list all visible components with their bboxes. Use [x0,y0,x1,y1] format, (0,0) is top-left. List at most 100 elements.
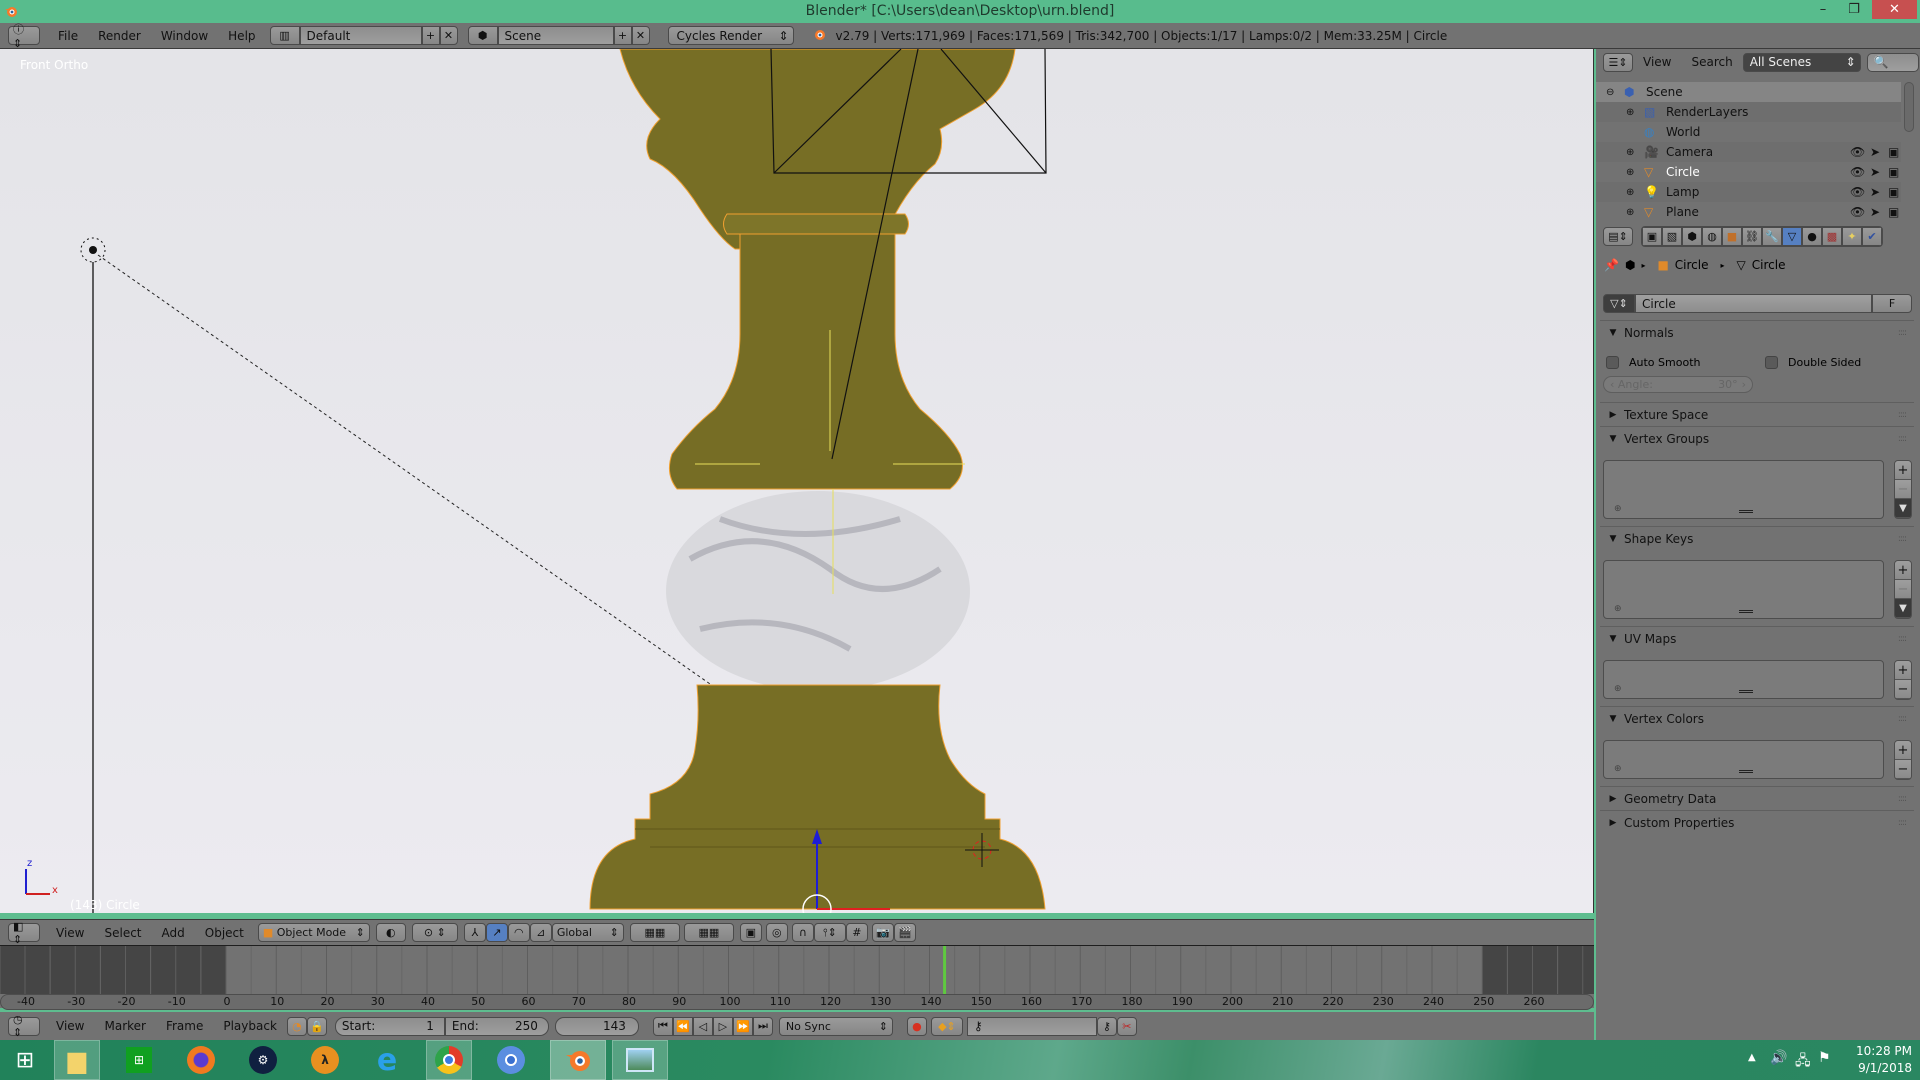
visibility-eye-icon[interactable]: 👁 [1850,185,1865,199]
vertex-groups-list[interactable]: ⊕ [1603,460,1884,519]
proportional-edit-button[interactable]: ◎ [765,923,788,942]
add-shape-key-button[interactable]: + [1895,561,1911,580]
jump-end-button[interactable]: ⏭ [752,1016,773,1036]
remove-uv-map-button[interactable]: − [1895,680,1911,699]
drag-grip-icon[interactable]: :::: [1898,328,1907,338]
menu-frame[interactable]: Frame [156,1019,213,1033]
jump-start-button[interactable]: ⏮ [652,1016,673,1036]
outliner[interactable]: ☰⇕ View Search All Scenes ⇕ 🔍 ⊖ ⬢ Scene ⊕ ▧ Re… [1596,49,1920,224]
add-uv-map-button[interactable]: + [1895,661,1911,680]
snap-target-button[interactable]: # [845,923,868,942]
taskbar-firefox[interactable] [178,1040,224,1080]
preview-range-toggle[interactable]: ◔ [286,1016,307,1036]
menu-view[interactable]: View [1633,55,1681,69]
tab-particles[interactable]: ✦ [1842,227,1862,246]
remove-vertex-color-button[interactable]: − [1895,760,1911,779]
opengl-render-button[interactable]: 📷 [871,923,894,942]
3d-viewport[interactable]: Front Ortho z x (143) Circle [0,49,1594,913]
taskbar-internet-explorer[interactable]: e [364,1040,410,1080]
urn-object[interactable] [589,49,1046,910]
fake-user-button[interactable]: F [1872,294,1912,313]
panel-vertex-groups-header[interactable]: ▼ Vertex Groups:::: [1600,426,1914,450]
taskbar-file-explorer[interactable]: ▆ [54,1040,100,1080]
vertex-colors-list[interactable]: ⊕ [1603,740,1884,779]
screen-layout-browse-button[interactable]: ▥ [269,26,300,45]
tab-render-layers[interactable]: ▧ [1662,227,1682,246]
list-resize-grip[interactable] [1739,610,1753,613]
start-frame-field[interactable]: Start: 1 [334,1016,445,1036]
taskbar-half-life-2[interactable]: λ [302,1040,348,1080]
expand-toggle-icon[interactable]: ⊖ [1606,87,1618,98]
drag-grip-icon[interactable]: :::: [1898,794,1907,804]
visibility-eye-icon[interactable]: 👁 [1850,145,1865,159]
snap-toggle[interactable]: ∩ [791,923,814,942]
play-button[interactable]: ▷ [712,1016,733,1036]
tab-scene[interactable]: ⬢ [1682,227,1702,246]
editor-type-outliner-button[interactable]: ☰⇕ [1603,52,1633,72]
insert-keyframe-button[interactable]: ⚷ [1096,1016,1117,1036]
taskbar-store[interactable]: ⊞ [116,1040,162,1080]
selectable-cursor-icon[interactable]: ➤ [1870,165,1880,179]
jump-keyframe-forward-button[interactable]: ⏩ [732,1016,753,1036]
menu-help[interactable]: Help [218,29,265,43]
menu-playback[interactable]: Playback [213,1019,287,1033]
editor-type-3dview-button[interactable]: ◧ ⇕ [8,920,40,946]
list-resize-grip[interactable] [1739,690,1753,693]
shape-keys-list[interactable]: ⊕ [1603,560,1884,619]
outliner-item-world[interactable]: ◍ World [1596,122,1901,142]
visibility-eye-icon[interactable]: 👁 [1850,165,1865,179]
play-reverse-button[interactable]: ◁ [692,1016,713,1036]
tab-physics[interactable]: ✔ [1862,227,1882,246]
add-scene-button[interactable]: + [613,26,632,45]
visibility-eye-icon[interactable]: 👁 [1850,205,1865,219]
auto-keying-button[interactable]: ● [906,1016,927,1036]
selectable-cursor-icon[interactable]: ➤ [1870,205,1880,219]
remove-vertex-group-button[interactable]: − [1895,480,1911,499]
panel-uv-maps-header[interactable]: ▼ UV Maps:::: [1600,626,1914,650]
current-frame-field[interactable]: 143 [554,1016,639,1036]
filter-options-icon[interactable]: ⊕ [1614,684,1622,694]
shape-key-specials-button[interactable]: ▼ [1895,599,1911,618]
action-center-flag-icon[interactable]: ⚑ [1818,1050,1831,1066]
rotate-manipulator[interactable]: ◠ [507,923,530,942]
filter-options-icon[interactable]: ⊕ [1614,764,1622,774]
expand-toggle-icon[interactable]: ⊕ [1626,167,1638,178]
tab-world[interactable]: ◍ [1702,227,1722,246]
tab-material[interactable]: ● [1802,227,1822,246]
selectable-cursor-icon[interactable]: ➤ [1870,185,1880,199]
drag-grip-icon[interactable]: :::: [1898,410,1907,420]
menu-search[interactable]: Search [1681,55,1742,69]
screen-layout-field[interactable]: Default [299,26,422,45]
pivot-point-dropdown[interactable]: ⊙ ⇕ [411,923,458,942]
editor-type-timeline-button[interactable]: ◷ ⇕ [8,1013,40,1039]
drag-grip-icon[interactable]: :::: [1898,534,1907,544]
network-icon[interactable]: 🖧 [1795,1050,1811,1074]
panel-shape-keys-header[interactable]: ▼ Shape Keys:::: [1600,526,1914,550]
outliner-scrollbar[interactable] [1904,82,1914,132]
orientation-dropdown[interactable]: Global ⇕ [551,923,624,942]
scene-field[interactable]: Scene [497,26,614,45]
uv-maps-list[interactable]: ⊕ [1603,660,1884,699]
taskbar-photos[interactable] [612,1040,668,1080]
lock-camera-button[interactable]: ▣ [739,923,762,942]
panel-vertex-colors-header[interactable]: ▼ Vertex Colors:::: [1600,706,1914,730]
panel-custom-properties-header[interactable]: ▶ Custom Properties:::: [1600,810,1914,834]
tab-mesh-data[interactable]: ▽ [1782,227,1802,246]
jump-keyframe-back-button[interactable]: ⏪ [672,1016,693,1036]
drag-grip-icon[interactable]: :::: [1898,634,1907,644]
delete-layout-button[interactable]: ✕ [439,26,458,45]
panel-normals-header[interactable]: ▼ Normals:::: [1600,320,1914,344]
layers-group-2[interactable]: ▦▦ [683,923,734,942]
remove-shape-key-button[interactable]: − [1895,580,1911,599]
add-vertex-color-button[interactable]: + [1895,741,1911,760]
filter-options-icon[interactable]: ⊕ [1614,604,1622,614]
lock-time-cursor-button[interactable]: 🔒 [306,1016,327,1036]
menu-view[interactable]: View [46,926,94,940]
vertex-group-specials-button[interactable]: ▼ [1895,499,1911,518]
taskbar-blender[interactable] [550,1040,606,1080]
renderable-camera-icon[interactable]: ▣ [1888,185,1899,199]
end-frame-field[interactable]: End: 250 [444,1016,549,1036]
menu-file[interactable]: File [48,29,88,43]
start-button[interactable]: ⊞ [2,1040,48,1080]
taskbar-chromium[interactable] [488,1040,534,1080]
